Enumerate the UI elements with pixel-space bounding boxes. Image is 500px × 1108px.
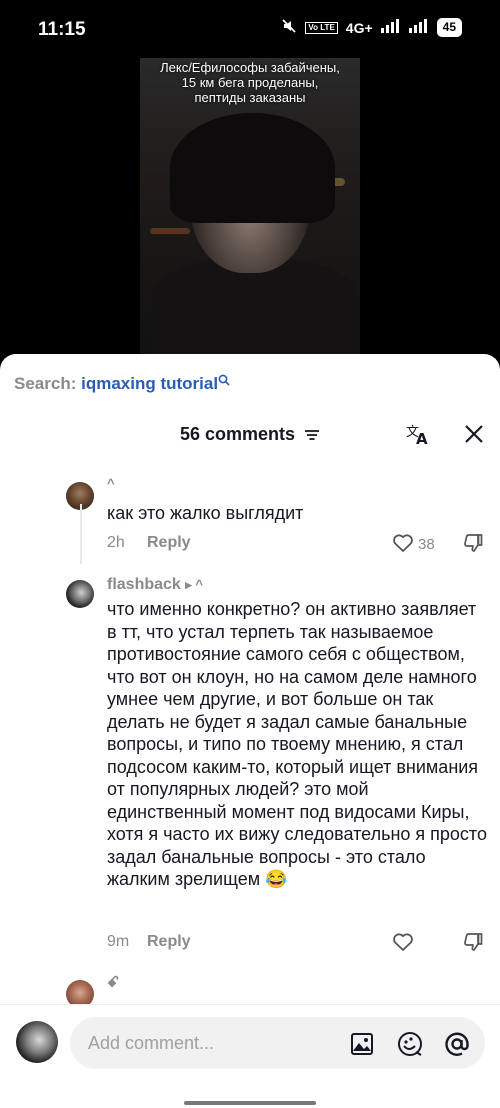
heart-icon[interactable] [392,532,414,554]
dislike-icon[interactable] [462,931,484,953]
search-icon [218,374,230,389]
network-label: 4G+ [345,19,373,36]
reply-button[interactable]: Reply [147,534,191,552]
home-indicator [184,1101,316,1105]
video-person-body [150,258,360,358]
signal-icon [380,19,401,36]
comment-time: 9m [107,933,130,950]
video-person-hair [170,113,335,223]
status-time: 11:15 [38,19,86,40]
like-count: 38 [418,536,435,553]
heart-icon[interactable] [392,931,414,953]
my-avatar [16,1021,58,1063]
status-bar: 11:15 Vo LTE 4G+ 45 [0,0,500,60]
comment-time: 2h [107,534,125,551]
dislike-icon[interactable] [462,532,484,554]
search-suggestion[interactable]: Search: iqmaxing tutorial [14,374,230,394]
emoji-icon[interactable] [397,1031,423,1057]
search-query-link[interactable]: iqmaxing tutorial [81,374,218,393]
silent-icon [281,18,297,37]
comment-username-label: flashback [107,576,181,593]
mention-icon[interactable] [443,1030,471,1058]
video-caption: Лекс/Ефилософы забайчены, 15 км бега про… [160,60,340,105]
comment-text: как это жалко выглядит [107,503,304,523]
comments-sheet: Search: iqmaxing tutorial 56 comments 文A… [0,354,500,1108]
image-icon[interactable] [350,1032,374,1056]
status-icons: Vo LTE 4G+ 45 [281,18,462,37]
signal-icon-2 [408,19,429,36]
battery-indicator: 45 [436,18,462,37]
thread-line [80,504,82,564]
comment-composer [0,1004,500,1108]
comment-username[interactable]: ^ [107,476,115,491]
comments-header: 56 comments 文A [0,422,500,452]
comment-username[interactable]: flashback ▸ ^ [107,576,203,594]
search-label: Search: [14,374,77,393]
reply-to-indicator: ▸ ^ [185,577,203,592]
svg-text:A: A [416,430,428,448]
reply-button[interactable]: Reply [147,933,191,951]
volte-icon: Vo LTE [305,21,338,34]
sort-filter-icon[interactable] [304,425,320,446]
avatar[interactable] [66,580,94,608]
translate-icon[interactable]: 文A [405,422,431,448]
video-preview[interactable]: Лекс/Ефилософы забайчены, 15 км бега про… [140,58,360,358]
comment-text: что именно конкретно? он активно заявляе… [107,599,487,889]
comments-count-label: 56 comments [179,424,296,444]
video-street-light-2 [150,228,190,234]
comment-username[interactable]: ꗃ [107,974,119,991]
close-icon[interactable] [462,422,486,446]
